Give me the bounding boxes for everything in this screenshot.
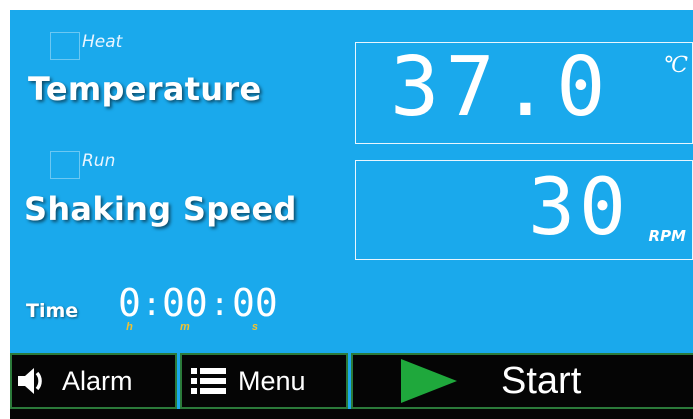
shaking-speed-value: 30 [528, 163, 630, 253]
run-toggle[interactable]: Run [50, 151, 115, 179]
alarm-button[interactable]: Alarm [10, 353, 177, 409]
shaking-speed-label: Shaking Speed [24, 190, 297, 228]
start-button[interactable]: Start [351, 353, 693, 409]
time-hours[interactable]: 0 h [118, 284, 141, 333]
bottom-bar [10, 409, 693, 419]
alarm-label: Alarm [62, 365, 133, 396]
time-minutes[interactable]: 00 m [162, 284, 208, 333]
temperature-display[interactable]: 37.0 ℃ [355, 42, 693, 144]
time-separator: : [210, 285, 230, 323]
time-minutes-unit: m [179, 321, 190, 333]
menu-label: Menu [238, 365, 306, 396]
list-icon [191, 368, 226, 394]
shaking-speed-display[interactable]: 30 RPM [355, 160, 693, 260]
run-label: Run [82, 151, 116, 171]
menu-button[interactable]: Menu [180, 353, 348, 409]
time-hours-unit: h [126, 321, 133, 333]
time-seconds-unit: s [251, 321, 258, 333]
speaker-icon [18, 368, 42, 394]
heat-checkbox[interactable] [50, 32, 80, 60]
time-seconds-value: 00 [232, 281, 278, 325]
start-label: Start [501, 359, 582, 402]
time-minutes-value: 00 [162, 281, 208, 325]
run-checkbox[interactable] [50, 151, 80, 179]
heat-toggle[interactable]: Heat [50, 32, 122, 60]
temperature-value: 37.0 [390, 40, 612, 135]
play-icon [401, 359, 457, 403]
heat-label: Heat [82, 32, 123, 52]
shaking-speed-unit: RPM [648, 227, 686, 245]
time-separator: : [142, 285, 162, 323]
temperature-label: Temperature [28, 70, 262, 108]
time-label: Time [26, 300, 79, 322]
temperature-unit: ℃ [663, 53, 688, 78]
time-hours-value: 0 [118, 281, 141, 325]
time-seconds[interactable]: 00 s [232, 284, 278, 333]
control-screen: Heat Temperature 37.0 ℃ Run Shaking Spee… [10, 10, 693, 419]
